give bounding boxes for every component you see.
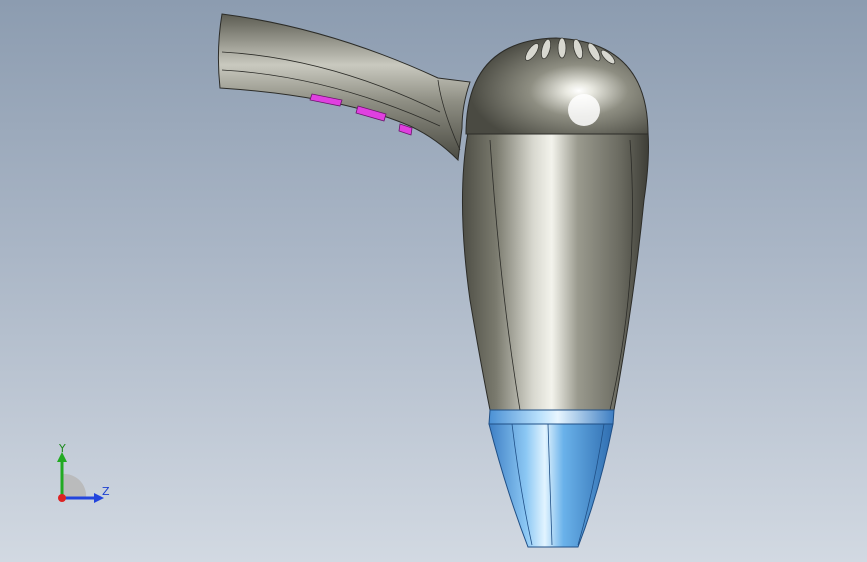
dryer-body[interactable] [461,131,649,411]
3d-viewport[interactable]: Y Z [0,0,867,562]
y-axis-label: Y [59,442,66,455]
handle[interactable] [217,13,471,162]
z-axis-label: Z [102,485,110,498]
nozzle[interactable] [488,423,614,548]
cap-highlight [568,94,600,126]
nozzle-ring[interactable] [488,409,615,425]
triad-axes [57,452,104,503]
orientation-triad[interactable]: Y Z [44,438,124,518]
hair-dryer-model[interactable] [0,0,867,562]
rear-cap[interactable] [465,37,649,135]
